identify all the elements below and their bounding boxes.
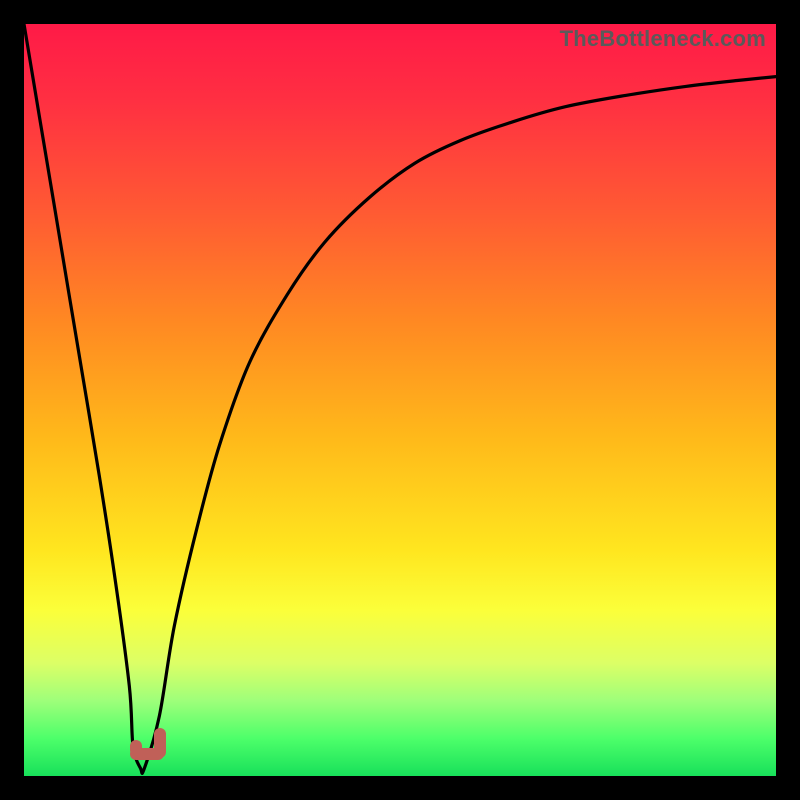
outer-frame: TheBottleneck.com bbox=[0, 0, 800, 800]
bottleneck-curve-path bbox=[24, 24, 776, 773]
min-marker-right-stem bbox=[154, 728, 166, 758]
plot-area: TheBottleneck.com bbox=[24, 24, 776, 776]
chart-svg bbox=[24, 24, 776, 776]
